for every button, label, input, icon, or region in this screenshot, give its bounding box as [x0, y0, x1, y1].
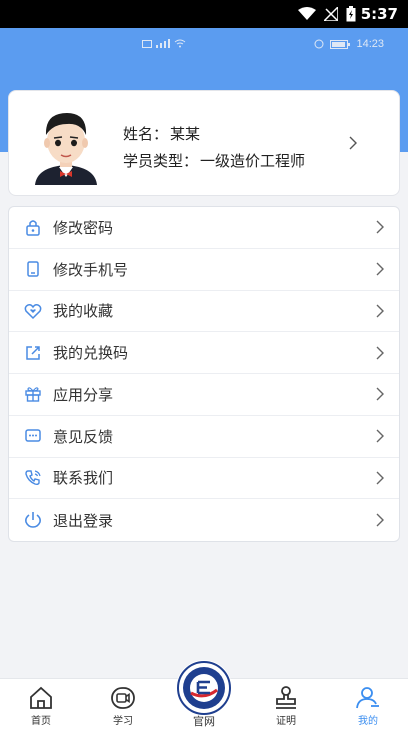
wifi-icon	[298, 7, 316, 20]
chevron-right-icon	[376, 387, 384, 401]
chevron-right-icon	[376, 220, 384, 234]
menu-item-contact-us[interactable]: 联系我们	[9, 458, 399, 500]
call-icon	[25, 470, 41, 485]
settings-menu: 修改密码 修改手机号 我的收藏 我的兑换码 应用分享 意见反馈 联系我们 退出登…	[8, 206, 400, 542]
tab-label: 我的	[358, 716, 378, 727]
menu-label: 应用分享	[53, 385, 114, 404]
chevron-right-icon	[376, 513, 384, 527]
menu-item-redeem-code[interactable]: 我的兑换码	[9, 332, 399, 374]
tab-certificate[interactable]: 证明	[256, 679, 316, 730]
tab-label: 官网	[193, 715, 215, 728]
tab-label: 首页	[31, 716, 51, 727]
menu-item-feedback[interactable]: 意见反馈	[9, 416, 399, 458]
inner-time: 14:23	[356, 38, 384, 50]
menu-label: 我的收藏	[53, 302, 114, 321]
phone-icon	[27, 261, 39, 277]
system-status-bar: 5:37	[0, 0, 408, 28]
name-label: 姓名：	[123, 125, 169, 143]
inner-wifi-icon	[174, 39, 186, 48]
chat-icon	[25, 429, 41, 442]
chevron-right-icon	[376, 346, 384, 360]
battery-icon	[346, 6, 356, 22]
chevron-right-icon	[376, 304, 384, 318]
power-icon	[25, 512, 41, 528]
inner-signal-icons	[142, 39, 186, 48]
tab-label: 证明	[276, 716, 296, 727]
tab-official-site[interactable]	[176, 660, 232, 716]
menu-label: 退出登录	[53, 511, 114, 530]
avatar	[35, 113, 97, 185]
system-icons	[298, 4, 356, 24]
menu-item-change-password[interactable]: 修改密码	[9, 207, 399, 249]
menu-label: 修改手机号	[53, 260, 129, 279]
menu-label: 修改密码	[53, 218, 114, 237]
tab-study[interactable]: 学习	[93, 679, 153, 730]
profile-info: 姓名： 某某 学员类型： 一级造价工程师	[123, 121, 307, 175]
menu-item-favorites[interactable]: 我的收藏	[9, 291, 399, 333]
user-icon	[356, 687, 379, 709]
inner-battery-icon	[330, 39, 351, 49]
menu-item-share-app[interactable]: 应用分享	[9, 374, 399, 416]
menu-label: 联系我们	[53, 469, 114, 488]
chevron-right-icon	[349, 136, 357, 150]
gift-icon	[25, 387, 41, 403]
tab-label: 学习	[113, 716, 133, 727]
menu-label: 我的兑换码	[53, 344, 129, 363]
hd-icon	[142, 39, 152, 48]
logo-icon	[177, 661, 231, 715]
profile-type-row: 学员类型： 一级造价工程师	[123, 148, 307, 175]
menu-label: 意见反馈	[53, 427, 114, 446]
heart-icon	[24, 303, 42, 319]
menu-item-logout[interactable]: 退出登录	[9, 499, 399, 541]
tab-mine[interactable]: 我的	[338, 679, 398, 730]
inner-status-right: 14:23	[314, 38, 384, 50]
profile-name-row: 姓名： 某某	[123, 121, 307, 148]
chevron-right-icon	[376, 429, 384, 443]
stamp-icon	[276, 686, 296, 709]
system-time: 5:37	[360, 5, 398, 23]
profile-card[interactable]: 姓名： 某某 学员类型： 一级造价工程师	[8, 90, 400, 196]
video-icon	[111, 687, 135, 709]
no-signal-icon	[324, 7, 338, 21]
home-icon	[30, 686, 52, 709]
name-value: 某某	[170, 125, 201, 143]
chevron-right-icon	[376, 262, 384, 276]
tab-home[interactable]: 首页	[11, 679, 71, 730]
menu-item-change-phone[interactable]: 修改手机号	[9, 249, 399, 291]
student-type-label: 学员类型：	[123, 152, 199, 170]
share-box-icon	[26, 345, 40, 360]
inner-status-bar: 14:23	[0, 28, 408, 62]
lock-icon	[26, 220, 40, 237]
student-type-value: 一级造价工程师	[200, 152, 306, 170]
alarm-icon	[314, 39, 324, 49]
chevron-right-icon	[376, 471, 384, 485]
signal-icon	[156, 39, 170, 48]
